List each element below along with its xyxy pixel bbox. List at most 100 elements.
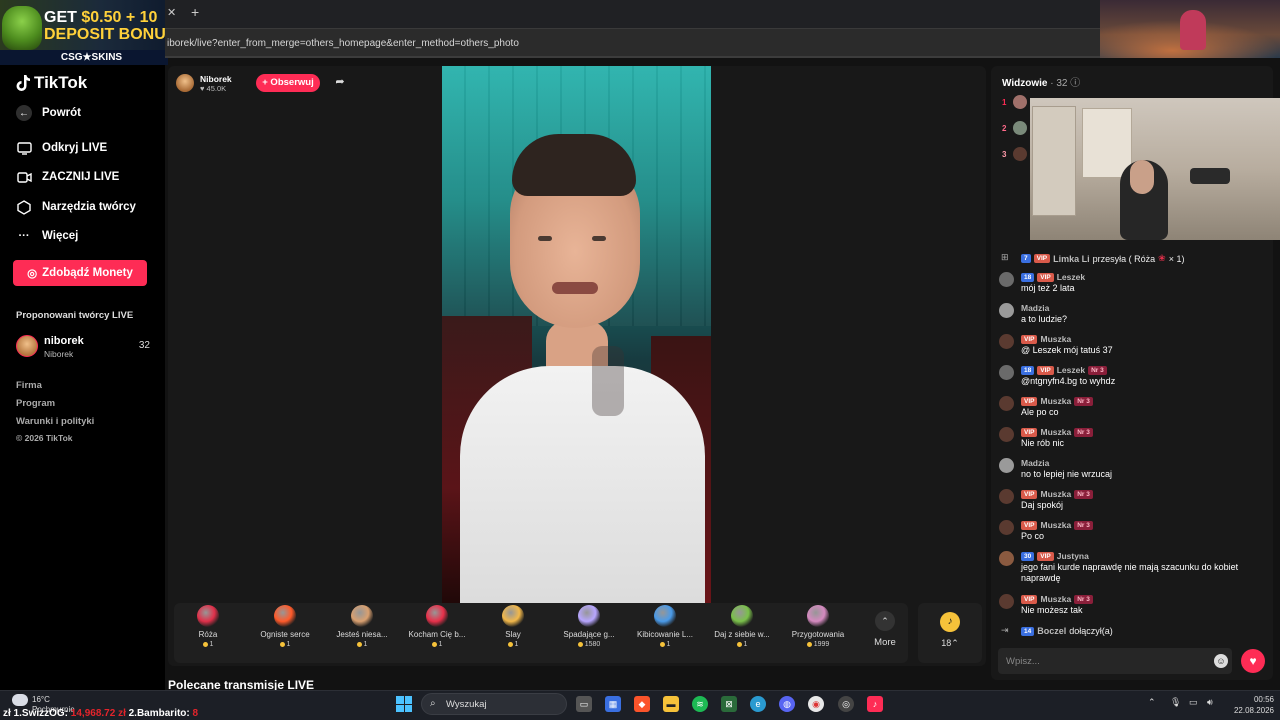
volume-icon[interactable]: 🔊︎: [1207, 697, 1213, 708]
url-text[interactable]: iborek/live?enter_from_merge=others_home…: [167, 38, 519, 49]
share-icon[interactable]: ➦: [332, 75, 348, 91]
close-icon[interactable]: ✕: [167, 6, 176, 19]
chat-username[interactable]: Boczel: [1037, 626, 1066, 636]
footer-link-terms[interactable]: Warunki i polityki: [16, 416, 94, 427]
chat-username[interactable]: Madzia: [1021, 458, 1049, 468]
gift-image-icon: [426, 605, 448, 627]
chat-username[interactable]: Leszek: [1057, 365, 1085, 375]
display-icon[interactable]: ▭: [1189, 697, 1198, 708]
back-button[interactable]: ← Powrót: [16, 105, 81, 121]
gift-price: 1999: [780, 641, 856, 648]
coin-icon: [736, 641, 742, 647]
avatar[interactable]: [999, 520, 1014, 535]
chat-username[interactable]: Muszka: [1040, 334, 1071, 344]
brave-browser-icon[interactable]: ◆: [634, 696, 650, 712]
clock[interactable]: 00:56 22.08.2026: [1228, 694, 1274, 716]
avatar[interactable]: [999, 334, 1014, 349]
microphone-icon[interactable]: 🎙︎: [1170, 697, 1181, 708]
arrow-left-icon: ←: [16, 105, 32, 121]
gift-item[interactable]: Przygotowania 1999: [780, 605, 856, 648]
follow-button[interactable]: + Obserwuj: [256, 74, 320, 92]
coin-icon: [202, 641, 208, 647]
sidebar-item-start-live[interactable]: ZACZNIJ LIVE: [16, 169, 119, 185]
taskbar-search[interactable]: ⌕ Wyszukaj: [421, 693, 567, 715]
footer-link-company[interactable]: Firma: [16, 380, 42, 391]
gift-image-icon: [807, 605, 829, 627]
avatar[interactable]: [1013, 121, 1027, 135]
gift-item[interactable]: Spadające g... 1580: [551, 605, 627, 648]
suggested-creator-item[interactable]: niborek Niborek 32: [16, 333, 150, 363]
chat-input[interactable]: Wpisz...: [998, 648, 1232, 674]
emoji-icon[interactable]: ☺: [1214, 654, 1228, 668]
ad-mascot-image: [2, 6, 42, 50]
sidebar-item-more[interactable]: ··· Więcej: [16, 228, 79, 244]
avatar[interactable]: [1013, 147, 1027, 161]
get-coins-button[interactable]: ◎ Zdobądź Monety: [13, 260, 147, 286]
sidebar-item-creator-tools[interactable]: Narzędzia twórcy: [16, 199, 136, 215]
streamer-info[interactable]: Niborek ♥ 45.0K: [176, 72, 232, 94]
more-dots-icon: ···: [18, 230, 30, 242]
plus-icon[interactable]: +: [191, 4, 199, 20]
obs-icon[interactable]: ◎: [838, 696, 854, 712]
gift-item[interactable]: Kocham Cię b... 1: [399, 605, 475, 648]
chat-username[interactable]: Muszka: [1040, 520, 1071, 530]
avatar[interactable]: [999, 551, 1014, 566]
gift-name: Kocham Cię b...: [408, 630, 466, 639]
suggested-creators-heading: Proponowani twórcy LIVE: [16, 310, 134, 321]
avatar[interactable]: [999, 594, 1014, 609]
chat-username[interactable]: Leszek: [1057, 272, 1085, 282]
task-view-icon[interactable]: ▭: [576, 696, 592, 712]
gift-item[interactable]: Róża 1: [170, 605, 246, 648]
coin-icon: [659, 641, 665, 647]
gift-item[interactable]: Slay 1: [475, 605, 551, 648]
avatar[interactable]: [999, 365, 1014, 380]
edge-icon[interactable]: e: [750, 696, 766, 712]
tiktok-app-icon[interactable]: ♪: [867, 696, 883, 712]
gift-item[interactable]: Ogniste serce 1: [247, 605, 323, 648]
gift-item[interactable]: Kibicowanie L... 1: [627, 605, 703, 648]
chat-username[interactable]: Muszka: [1040, 594, 1071, 604]
gift-price: 1: [475, 641, 551, 648]
windows-start-icon[interactable]: [396, 696, 412, 712]
folder-icon[interactable]: ▬: [663, 696, 679, 712]
live-video[interactable]: [442, 66, 711, 603]
avatar[interactable]: [999, 272, 1014, 287]
sidebar-item-label: Odkryj LIVE: [42, 142, 108, 154]
coin-balance-button[interactable]: ♪ 18⌃: [918, 603, 982, 663]
chevron-up-icon[interactable]: ⌃: [1148, 697, 1156, 708]
gift-item[interactable]: Daj z siebie w... 1: [704, 605, 780, 648]
footer-link-program[interactable]: Program: [16, 398, 55, 409]
top-viewer-rank: 2: [1002, 124, 1007, 133]
chat-username[interactable]: Madzia: [1021, 303, 1049, 313]
store-icon[interactable]: ▦: [605, 696, 621, 712]
avatar[interactable]: [1013, 95, 1027, 109]
chrome-icon[interactable]: ◉: [808, 696, 824, 712]
spotify-icon[interactable]: ≋: [692, 696, 708, 712]
discord-icon[interactable]: ◍: [779, 696, 795, 712]
sidebar-item-discover-live[interactable]: Odkryj LIVE: [16, 140, 107, 156]
xbox-icon[interactable]: ⊠: [721, 696, 737, 712]
avatar[interactable]: [999, 303, 1014, 318]
avatar[interactable]: [999, 396, 1014, 411]
chat-username[interactable]: Limka Li: [1053, 254, 1090, 264]
more-gifts-button[interactable]: ⌃ More: [870, 611, 900, 648]
avatar[interactable]: [999, 489, 1014, 504]
back-label: Powrót: [42, 107, 81, 119]
level-badge: 18: [1021, 365, 1035, 375]
avatar[interactable]: [999, 458, 1014, 473]
chat-username[interactable]: Muszka: [1040, 427, 1071, 437]
chat-message-text: @ntgnyfn4.bg to wyhdz: [1021, 376, 1116, 386]
avatar[interactable]: [999, 427, 1014, 442]
chat-message-text: jego fani kurde naprawdę nie mają szacun…: [1021, 562, 1239, 583]
sidebar: TikTok ← Powrót Odkryj LIVE ZACZNIJ LIVE…: [0, 65, 165, 690]
ad-banner[interactable]: GET $0.50 + 10 DEPOSIT BONU CSG★SKINS: [0, 0, 168, 65]
viewers-title[interactable]: Widzowie · 32 ⓘ: [1002, 74, 1080, 89]
tiktok-logo[interactable]: TikTok: [16, 73, 87, 93]
chat-username[interactable]: Muszka: [1040, 489, 1071, 499]
gift-item[interactable]: Jesteś niesa... 1: [324, 605, 400, 648]
chat-username[interactable]: Justyna: [1057, 551, 1089, 561]
address-bar[interactable]: iborek/live?enter_from_merge=others_home…: [165, 28, 1100, 56]
chat-username[interactable]: Muszka: [1040, 396, 1071, 406]
heart-icon[interactable]: ♥: [1241, 649, 1265, 673]
vip-badge: VIP: [1021, 334, 1038, 344]
